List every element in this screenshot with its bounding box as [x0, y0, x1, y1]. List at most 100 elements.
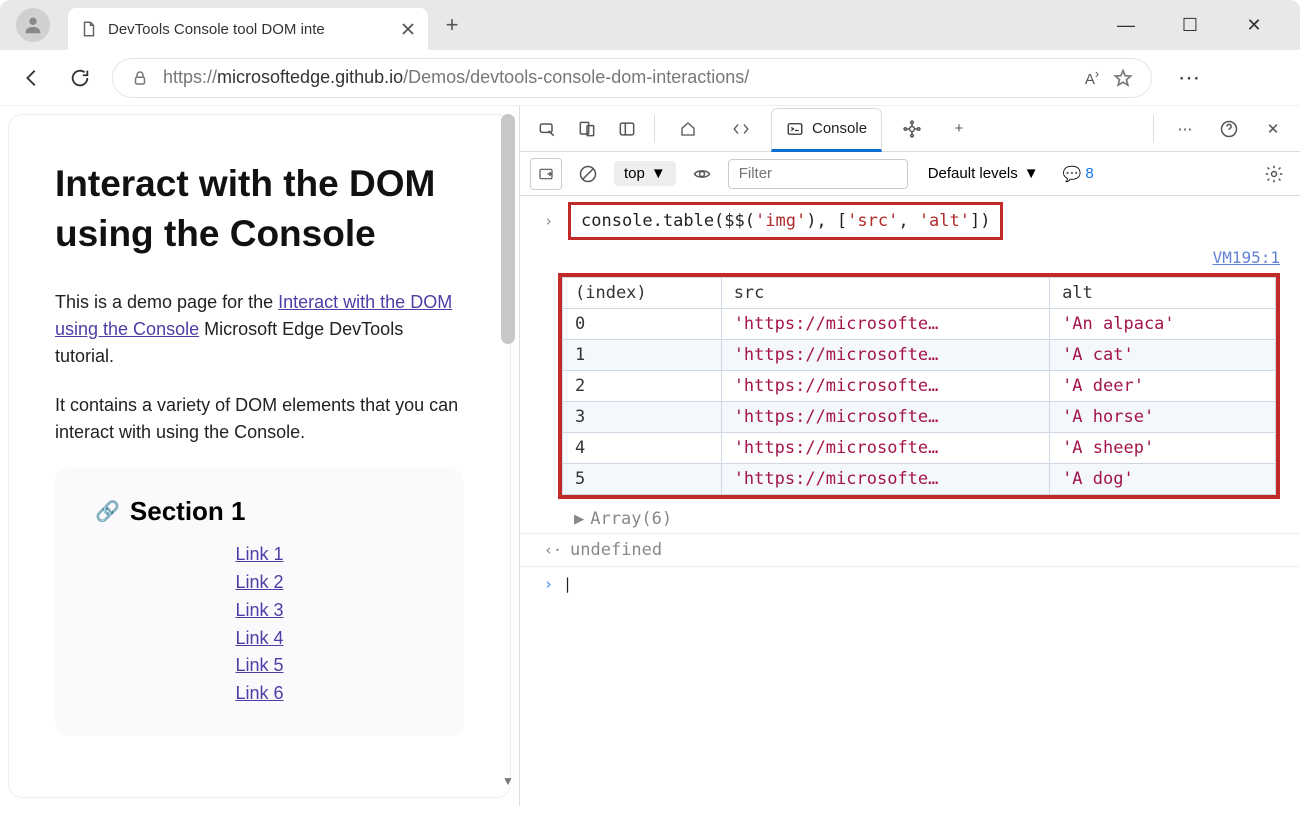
url-text: https://microsoftedge.github.io/Demos/de… [163, 67, 1071, 88]
cursor: | [563, 575, 572, 593]
file-icon [80, 20, 98, 38]
browser-tab[interactable]: DevTools Console tool DOM inte [68, 8, 428, 50]
cell-index: 3 [563, 402, 722, 433]
console-prompt[interactable]: ›| [520, 567, 1300, 593]
profile-avatar[interactable] [16, 8, 50, 42]
read-aloud-icon[interactable]: A› [1085, 67, 1099, 88]
cell-src: 'https://microsofte… [721, 371, 1049, 402]
console-tab-label: Console [812, 120, 867, 137]
cell-src: 'https://microsofte… [721, 464, 1049, 495]
cell-alt: 'A sheep' [1050, 433, 1276, 464]
console-icon [786, 120, 804, 138]
section-box: 🔗Section 1 Link 1 Link 2 Link 3 Link 4 L… [55, 468, 464, 736]
context-select[interactable]: top▼ [614, 161, 676, 186]
live-expression-button[interactable] [686, 158, 718, 190]
cell-index: 2 [563, 371, 722, 402]
sources-tab[interactable] [888, 107, 936, 151]
chevron-right-icon: › [544, 575, 553, 593]
menu-button[interactable]: ⋯ [1178, 65, 1200, 91]
console-toolbar: top▼ Default levels▼ 💬8 [520, 152, 1300, 196]
cell-index: 4 [563, 433, 722, 464]
section-heading: 🔗Section 1 [95, 496, 424, 527]
device-icon[interactable] [570, 112, 604, 146]
table-row: 4'https://microsofte…'A sheep' [563, 433, 1276, 464]
dock-icon[interactable] [610, 112, 644, 146]
cell-alt: 'A horse' [1050, 402, 1276, 433]
cell-src: 'https://microsofte… [721, 433, 1049, 464]
expand-icon[interactable]: ▶ [574, 509, 584, 529]
elements-tab[interactable] [717, 107, 765, 151]
cell-index: 5 [563, 464, 722, 495]
log-levels-select[interactable]: Default levels▼ [928, 165, 1039, 182]
section-link[interactable]: Link 1 [95, 541, 424, 569]
console-settings-button[interactable] [1258, 158, 1290, 190]
table-row: 1'https://microsofte…'A cat' [563, 340, 1276, 371]
cell-index: 0 [563, 309, 722, 340]
section-link[interactable]: Link 6 [95, 680, 424, 708]
reload-button[interactable] [64, 62, 96, 94]
maximize-button[interactable]: ☐ [1172, 15, 1208, 36]
return-row: ‹·undefined [520, 533, 1300, 567]
cell-alt: 'A deer' [1050, 371, 1276, 402]
browser-chrome: DevTools Console tool DOM inte + — ☐ ✕ h… [0, 0, 1300, 106]
table-header[interactable]: (index) [563, 278, 722, 309]
scroll-down-icon[interactable]: ▼ [502, 774, 514, 788]
favorite-icon[interactable] [1113, 68, 1133, 88]
section-link[interactable]: Link 3 [95, 597, 424, 625]
address-bar: https://microsoftedge.github.io/Demos/de… [0, 50, 1300, 106]
console-command-row: › console.table($$('img'), ['src', 'alt'… [520, 196, 1300, 246]
page-paragraph-1: This is a demo page for the Interact wit… [55, 289, 464, 370]
cell-alt: 'A dog' [1050, 464, 1276, 495]
filter-input[interactable] [728, 159, 908, 189]
close-devtools-button[interactable]: ✕ [1256, 112, 1290, 146]
vm-source-link[interactable]: VM195:1 [520, 246, 1300, 269]
table-header[interactable]: src [721, 278, 1049, 309]
page-panel: Interact with the DOM using the Console … [0, 106, 519, 806]
content-split: Interact with the DOM using the Console … [0, 106, 1300, 806]
chevron-down-icon: ▼ [651, 165, 666, 182]
console-tab[interactable]: Console [771, 108, 882, 152]
add-tab-button[interactable]: + [942, 112, 976, 146]
devtools-tabs: Console + ⋯ ✕ [520, 106, 1300, 152]
scrollbar-thumb[interactable] [501, 114, 515, 344]
close-icon[interactable] [400, 21, 416, 37]
person-icon [22, 14, 44, 36]
issue-icon: 💬 [1063, 165, 1082, 183]
table-row: 5'https://microsofte…'A dog' [563, 464, 1276, 495]
chevron-down-icon: ▼ [1024, 165, 1039, 182]
url-field[interactable]: https://microsoftedge.github.io/Demos/de… [112, 58, 1152, 98]
tab-strip: DevTools Console tool DOM inte + — ☐ ✕ [0, 0, 1300, 50]
help-button[interactable] [1212, 112, 1246, 146]
inspect-icon[interactable] [530, 112, 564, 146]
cell-alt: 'A cat' [1050, 340, 1276, 371]
section-link[interactable]: Link 2 [95, 569, 424, 597]
cell-src: 'https://microsofte… [721, 340, 1049, 371]
sidebar-toggle[interactable] [530, 158, 562, 190]
page-content: Interact with the DOM using the Console … [8, 114, 511, 798]
section-link[interactable]: Link 5 [95, 652, 424, 680]
section-links: Link 1 Link 2 Link 3 Link 4 Link 5 Link … [95, 541, 424, 708]
link-icon: 🔗 [95, 499, 120, 524]
welcome-tab[interactable] [665, 107, 711, 151]
window-controls: — ☐ ✕ [1108, 15, 1292, 36]
more-tools-button[interactable]: ⋯ [1168, 112, 1202, 146]
command-highlight: console.table($$('img'), ['src', 'alt']) [568, 202, 1003, 240]
devtools-panel: Console + ⋯ ✕ top▼ Default levels▼ 💬8 › [519, 106, 1300, 806]
minimize-button[interactable]: — [1108, 15, 1144, 36]
table-header[interactable]: alt [1050, 278, 1276, 309]
close-window-button[interactable]: ✕ [1236, 15, 1272, 36]
clear-console-button[interactable] [572, 158, 604, 190]
cell-src: 'https://microsofte… [721, 309, 1049, 340]
table-row: 3'https://microsofte…'A horse' [563, 402, 1276, 433]
back-button[interactable] [16, 62, 48, 94]
console-table: (index) src alt 0'https://microsofte…'An… [562, 277, 1276, 495]
issues-badge[interactable]: 💬8 [1063, 165, 1094, 183]
cell-src: 'https://microsofte… [721, 402, 1049, 433]
array-summary-row[interactable]: ▶Array(6) [520, 505, 1300, 533]
new-tab-button[interactable]: + [434, 12, 470, 38]
page-scrollbar[interactable]: ▼ [501, 114, 515, 788]
page-title: Interact with the DOM using the Console [55, 159, 464, 259]
lock-icon [131, 69, 149, 87]
section-link[interactable]: Link 4 [95, 625, 424, 653]
cell-index: 1 [563, 340, 722, 371]
